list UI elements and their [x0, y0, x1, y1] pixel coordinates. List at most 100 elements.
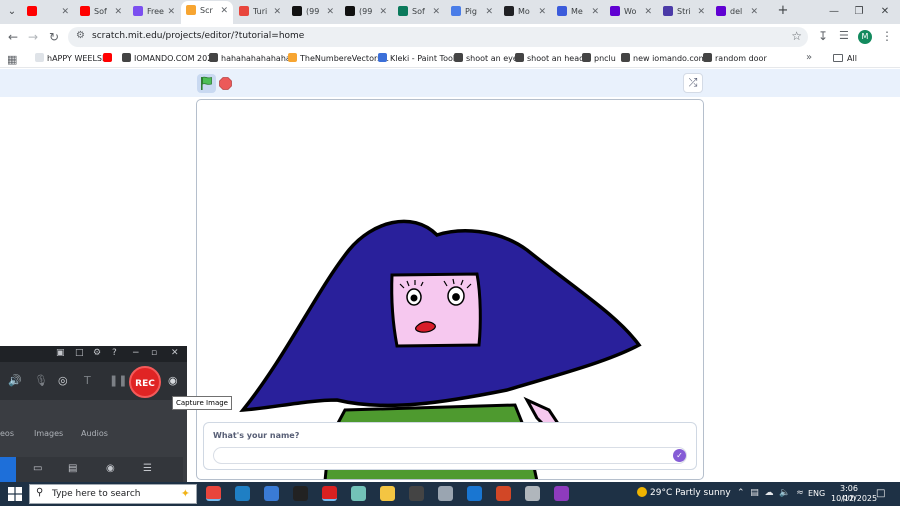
fullscreen-mode-button[interactable] — [0, 457, 16, 482]
media-control-icon[interactable]: ☰ — [839, 29, 849, 42]
taskbar-app-powerpoint-icon[interactable] — [496, 486, 511, 501]
folder-icon[interactable]: □ — [75, 348, 84, 358]
browser-tab[interactable]: Scr ✕ — [181, 1, 233, 24]
forward-button[interactable]: → — [25, 29, 41, 45]
taskbar-app-app-9-icon[interactable] — [438, 486, 453, 501]
browser-menu-icon[interactable]: ⋮ — [881, 29, 893, 43]
bookmark-item[interactable]: pnclu — [582, 52, 616, 66]
notifications-icon[interactable]: □ — [876, 488, 885, 499]
recorder-tab-audios[interactable]: Audios — [81, 429, 108, 438]
minimize-button[interactable]: — — [826, 4, 842, 20]
microphone-muted-icon[interactable]: 🎙 — [34, 374, 48, 387]
tab-search-chevron-icon[interactable]: ⌄ — [4, 4, 20, 20]
ask-answer-input[interactable] — [213, 447, 687, 464]
bookmark-item[interactable]: shoot an eye — [454, 52, 518, 66]
site-info-icon[interactable]: ⚙ — [76, 30, 85, 41]
taskbar-app-app-6-icon[interactable] — [351, 486, 366, 501]
tab-close-icon[interactable]: ✕ — [220, 1, 228, 21]
collapse-icon[interactable]: − — [132, 348, 140, 358]
tab-close-icon[interactable]: ✕ — [61, 2, 69, 22]
show-hidden-icons-icon[interactable]: ⌃ — [737, 488, 745, 498]
close-window-button[interactable]: ✕ — [877, 4, 893, 20]
cloud-icon[interactable]: ☁ — [765, 488, 774, 498]
back-button[interactable]: ← — [5, 29, 21, 45]
browser-tab[interactable]: Me ✕ — [552, 2, 604, 22]
project-stage[interactable]: What's your name? ✓ — [196, 99, 704, 480]
wifi-icon[interactable]: ≈ — [796, 488, 804, 498]
bookmark-item[interactable]: Kleki - Paint Tool — [378, 52, 455, 66]
network-icon[interactable]: ▤ — [750, 488, 759, 498]
browser-tab[interactable]: Pig ✕ — [446, 2, 498, 22]
browser-tab[interactable]: Sof ✕ — [393, 2, 445, 22]
windows-start-icon[interactable] — [8, 487, 22, 501]
record-button[interactable]: REC — [129, 366, 161, 398]
tab-close-icon[interactable]: ✕ — [273, 2, 281, 22]
weather-widget[interactable]: 29°C Partly sunny — [637, 486, 731, 498]
bookmark-item[interactable]: hahahahahahaha — [209, 52, 291, 66]
bookmark-item[interactable] — [103, 52, 115, 66]
download-icon[interactable]: ↧ — [818, 29, 828, 43]
browser-tab[interactable]: ✕ — [22, 2, 74, 22]
tab-close-icon[interactable]: ✕ — [591, 2, 599, 22]
taskbar-app-app-2-icon[interactable] — [235, 486, 250, 501]
taskbar-search-box[interactable]: ⚲ Type here to search ✦ — [29, 484, 197, 504]
volume-icon[interactable]: 🔈 — [779, 488, 790, 498]
tab-close-icon[interactable]: ✕ — [697, 2, 705, 22]
bookmark-item[interactable]: new iomando.com — [621, 52, 706, 66]
tab-close-icon[interactable]: ✕ — [167, 2, 175, 22]
browser-tab[interactable]: (99 ✕ — [340, 2, 392, 22]
taskbar-app-media-player-icon[interactable] — [409, 486, 424, 501]
tab-close-icon[interactable]: ✕ — [326, 2, 334, 22]
taskbar-app-winrar-icon[interactable] — [554, 486, 569, 501]
language-indicator[interactable]: ENG — [808, 489, 825, 498]
game-mode-icon[interactable]: ◉ — [106, 463, 115, 474]
browser-tab[interactable]: Stri ✕ — [658, 2, 710, 22]
tab-close-icon[interactable]: ✕ — [432, 2, 440, 22]
taskbar-app-app-10-icon[interactable] — [467, 486, 482, 501]
more-bookmarks-chevron-icon[interactable]: » — [806, 52, 812, 63]
taskbar-app-file-explorer-icon[interactable] — [380, 486, 395, 501]
apps-grid-icon[interactable]: ▦ — [7, 53, 17, 66]
taskbar-app-app-12-icon[interactable] — [525, 486, 540, 501]
stop-button[interactable] — [219, 77, 232, 90]
camera-icon[interactable]: ◉ — [168, 374, 178, 387]
profile-avatar[interactable]: M — [858, 30, 872, 44]
tab-close-icon[interactable]: ✕ — [485, 2, 493, 22]
window-mode-icon[interactable]: ▭ — [33, 463, 42, 474]
recorder-minimize-icon[interactable]: ▫ — [151, 348, 157, 358]
tab-close-icon[interactable]: ✕ — [644, 2, 652, 22]
pause-icon[interactable]: ❚❚ — [109, 374, 127, 387]
bookmark-item[interactable]: IOMANDO.COM 2023 — [122, 52, 217, 66]
browser-tab[interactable]: Free ✕ — [128, 2, 180, 22]
recorder-tab-images[interactable]: Images — [34, 429, 63, 438]
ask-submit-check-icon[interactable]: ✓ — [673, 449, 686, 462]
browser-tab[interactable]: Mo ✕ — [499, 2, 551, 22]
clock-date[interactable]: 10/12/2025 — [831, 494, 877, 503]
bookmark-star-icon[interactable]: ☆ — [791, 29, 802, 43]
taskbar-app-recorder-icon[interactable] — [322, 486, 337, 501]
browser-tab[interactable]: del ✕ — [711, 2, 763, 22]
url-text[interactable]: scratch.mit.edu/projects/editor/?tutoria… — [92, 31, 304, 41]
tab-close-icon[interactable]: ✕ — [379, 2, 387, 22]
audio-mode-icon[interactable]: ☰ — [143, 463, 152, 474]
tab-close-icon[interactable]: ✕ — [750, 2, 758, 22]
region-mode-icon[interactable]: ▤ — [68, 463, 77, 474]
browser-tab[interactable]: Wo ✕ — [605, 2, 657, 22]
tab-close-icon[interactable]: ✕ — [114, 2, 122, 22]
help-icon[interactable]: ? — [112, 348, 117, 358]
lock-icon[interactable]: ▣ — [56, 348, 65, 358]
bookmark-item[interactable]: hAPPY WEELSE — [35, 52, 107, 66]
recorder-tab-videos[interactable]: eos — [0, 429, 14, 438]
bookmark-item[interactable]: shoot an head — [515, 52, 584, 66]
speaker-icon[interactable]: 🔊 — [8, 374, 22, 387]
text-tool-icon[interactable]: T — [84, 374, 91, 387]
recorder-close-icon[interactable]: ✕ — [171, 348, 179, 358]
browser-tab[interactable]: (99 ✕ — [287, 2, 339, 22]
webcam-icon[interactable]: ◎ — [58, 374, 68, 387]
taskbar-app-app-4-icon[interactable] — [293, 486, 308, 501]
address-bar[interactable]: ⚙ scratch.mit.edu/projects/editor/?tutor… — [68, 27, 808, 47]
exit-fullscreen-button[interactable]: ⤮ — [683, 73, 703, 93]
taskbar-app-app-3-icon[interactable] — [264, 486, 279, 501]
browser-tab[interactable]: Turi ✕ — [234, 2, 286, 22]
bookmark-item[interactable]: random door — [703, 52, 767, 66]
